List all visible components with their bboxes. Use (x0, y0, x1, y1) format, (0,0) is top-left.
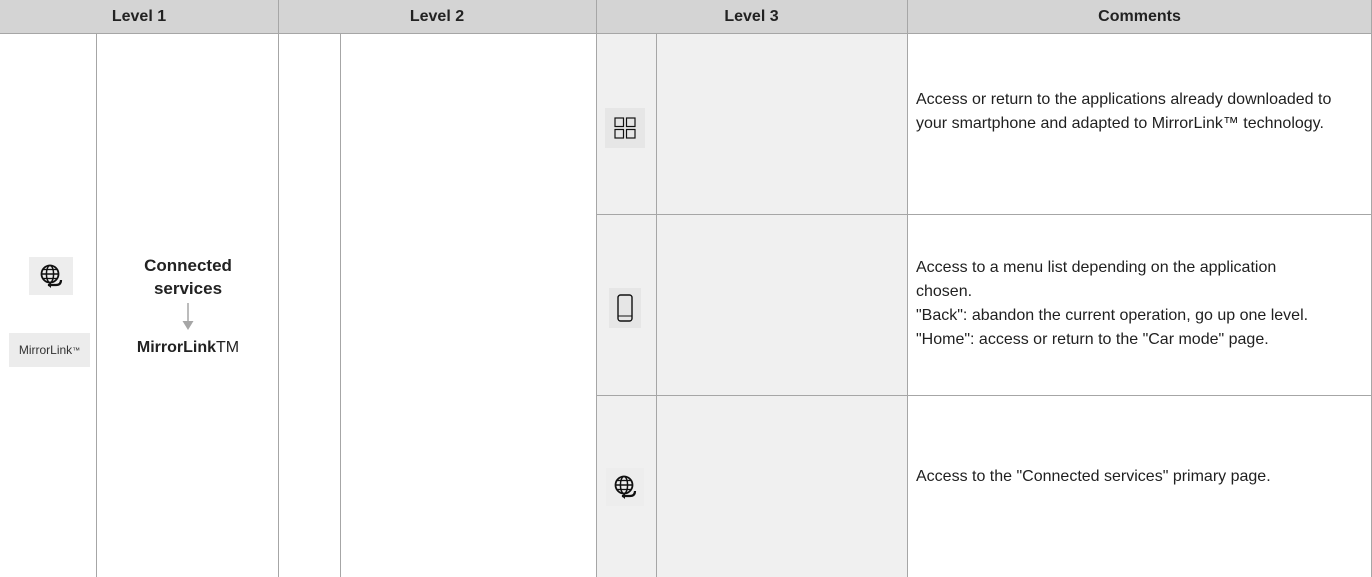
grid-line (656, 34, 657, 577)
header-level-3-label: Level 3 (724, 7, 779, 25)
header-divider (0, 33, 1372, 34)
comment-row-1: Access or return to the applications alr… (916, 88, 1366, 136)
mirrorlink-submenu-tm: TM (216, 339, 240, 356)
mirrorlink-logo-tm: ™ (72, 345, 81, 355)
grid-line (340, 34, 341, 577)
grid-line (907, 0, 908, 577)
grid-line (96, 34, 97, 577)
comment-text: Access to the "Connected services" prima… (916, 468, 1271, 485)
grid-line (278, 0, 279, 577)
comment-text: Access or return to the applications alr… (916, 91, 1332, 132)
level3-row-2-bg (597, 215, 907, 395)
comment-line: "Back": abandon the current operation, g… (916, 307, 1309, 324)
header-level-1-label: Level 1 (111, 7, 167, 25)
row-divider (596, 214, 1372, 215)
header-level-2: Level 2 (278, 0, 596, 33)
mirrorlink-logo: MirrorLink ™ (9, 333, 90, 367)
mirrorlink-submenu-label: MirrorLink (136, 339, 216, 356)
grid-line (596, 0, 597, 577)
comment-row-2: Access to a menu list depending on the a… (916, 256, 1371, 352)
comment-row-3: Access to the "Connected services" prima… (916, 465, 1336, 489)
header-level-3: Level 3 (596, 0, 907, 33)
comment-line: Access to a menu list depending on the a… (916, 259, 1277, 300)
header-comments: Comments (907, 0, 1372, 33)
mirrorlink-logo-text: MirrorLink (18, 343, 73, 357)
mirrorlink-submenu: MirrorLinkTM (98, 339, 278, 357)
comment-line: "Home": access or return to the "Car mod… (916, 331, 1269, 348)
header-level-1: Level 1 (0, 0, 278, 33)
connected-services-icon (606, 468, 644, 506)
apps-grid-icon (605, 108, 645, 148)
down-arrow-icon (180, 303, 196, 333)
connected-services-label: Connected services (144, 256, 232, 298)
header-level-2-label: Level 2 (409, 7, 465, 25)
smartphone-icon (609, 288, 641, 328)
header-comments-label: Comments (1098, 7, 1181, 25)
level1-title: Connected services (98, 254, 278, 300)
connected-services-icon (29, 257, 73, 295)
row-divider (596, 395, 1372, 396)
